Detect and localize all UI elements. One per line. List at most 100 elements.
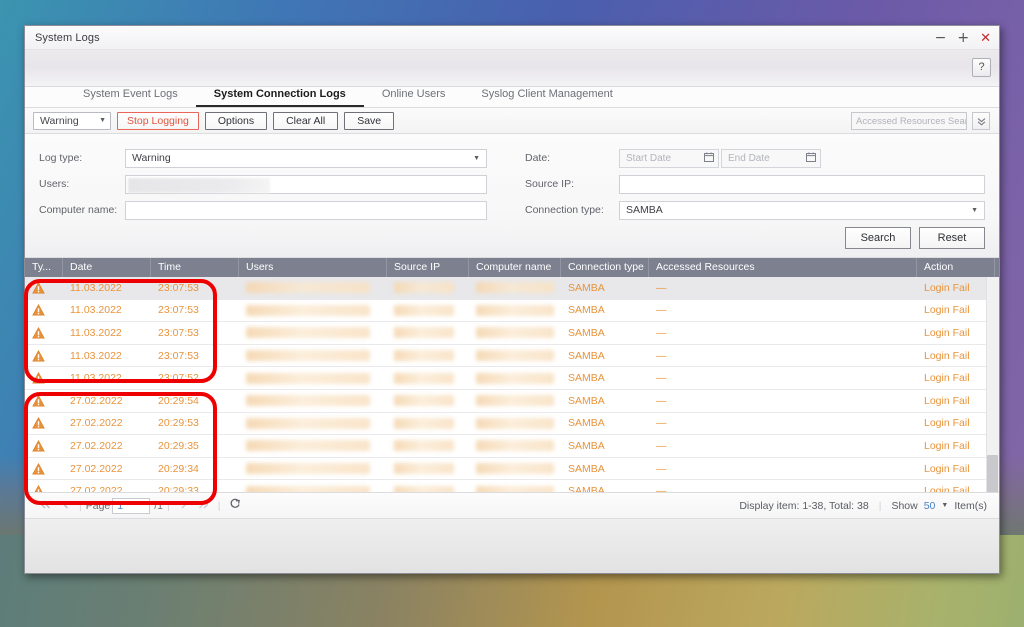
table-row[interactable]: 27.02.2022 20:29:35 SAMBA — Login Fail bbox=[25, 435, 999, 458]
column-header-source-ip[interactable]: Source IP bbox=[387, 258, 469, 277]
end-date-input[interactable]: End Date bbox=[721, 148, 821, 168]
help-button[interactable]: ? bbox=[972, 58, 991, 77]
warning-icon bbox=[32, 439, 45, 452]
column-header-date[interactable]: Date bbox=[63, 258, 151, 277]
accessed-resources-search-input[interactable]: Accessed Resources Search bbox=[851, 112, 967, 130]
save-button[interactable]: Save bbox=[344, 111, 395, 130]
table-row[interactable]: 27.02.2022 20:29:34 SAMBA — Login Fail bbox=[25, 458, 999, 481]
refresh-icon[interactable] bbox=[225, 498, 245, 513]
minimize-icon[interactable]: − bbox=[935, 31, 947, 45]
maximize-icon[interactable]: + bbox=[957, 31, 969, 45]
row-action-cell: Login Fail bbox=[924, 485, 970, 492]
tab-online-users[interactable]: Online Users bbox=[364, 87, 464, 107]
users-row: Users: bbox=[39, 172, 509, 196]
stop-logging-button[interactable]: Stop Logging bbox=[117, 111, 199, 130]
table-row[interactable]: 11.03.2022 23:07:53 SAMBA — Login Fail bbox=[25, 300, 999, 323]
log-type-select[interactable]: Warning ▼ bbox=[125, 148, 487, 168]
row-time-cell: 23:07:53 bbox=[158, 304, 199, 317]
column-header-action[interactable]: Action bbox=[917, 258, 995, 277]
double-chevron-down-icon[interactable] bbox=[972, 112, 990, 130]
row-action-cell: Login Fail bbox=[924, 462, 970, 475]
row-action-cell: Login Fail bbox=[924, 349, 970, 362]
warning-icon bbox=[32, 394, 45, 407]
options-button[interactable]: Options bbox=[204, 111, 268, 130]
tab-system-event-logs[interactable]: System Event Logs bbox=[65, 87, 196, 107]
table-row[interactable]: 11.03.2022 23:07:53 SAMBA — Login Fail bbox=[25, 277, 999, 300]
redacted-value bbox=[476, 372, 554, 384]
computer-name-row: Computer name: bbox=[39, 198, 509, 222]
row-users-cell bbox=[239, 345, 387, 367]
row-users-cell bbox=[239, 458, 387, 480]
redacted-value bbox=[394, 372, 454, 384]
end-date-placeholder: End Date bbox=[728, 152, 770, 164]
items-label: Item(s) bbox=[954, 499, 987, 512]
filter-right-column: Date: Start Date End Date Source IP: Con… bbox=[525, 146, 987, 224]
row-date-cell: 11.03.2022 bbox=[70, 304, 122, 317]
column-header-time[interactable]: Time bbox=[151, 258, 239, 277]
row-source-ip-cell bbox=[387, 413, 469, 435]
first-page-icon[interactable] bbox=[35, 500, 56, 512]
tab-system-connection-logs[interactable]: System Connection Logs bbox=[195, 87, 364, 107]
column-header-connection-type[interactable]: Connection type bbox=[561, 258, 649, 277]
connection-type-select[interactable]: SAMBA ▼ bbox=[619, 200, 985, 220]
table-row[interactable]: 11.03.2022 23:07:53 SAMBA — Login Fail bbox=[25, 345, 999, 368]
row-type-icon-cell bbox=[25, 480, 63, 492]
next-page-icon[interactable] bbox=[174, 500, 193, 512]
show-count-select[interactable]: 50 bbox=[924, 500, 936, 512]
row-users-cell bbox=[239, 413, 387, 435]
column-header-computer-name[interactable]: Computer name bbox=[469, 258, 561, 277]
last-page-icon[interactable] bbox=[193, 500, 214, 512]
table-header-row: Ty... Date Time Users Source IP Computer… bbox=[25, 258, 999, 277]
redacted-value bbox=[476, 395, 554, 407]
redacted-value bbox=[476, 304, 554, 316]
table-row[interactable]: 27.02.2022 20:29:33 SAMBA — Login Fail bbox=[25, 480, 999, 492]
row-date-cell: 27.02.2022 bbox=[70, 439, 123, 452]
row-type-icon-cell bbox=[25, 277, 63, 299]
table-row[interactable]: 11.03.2022 23:07:53 SAMBA — Login Fail bbox=[25, 322, 999, 345]
computer-name-input[interactable] bbox=[125, 200, 487, 220]
close-icon[interactable]: ✕ bbox=[980, 32, 991, 45]
table-row[interactable]: 27.02.2022 20:29:53 SAMBA — Login Fail bbox=[25, 413, 999, 436]
calendar-icon[interactable] bbox=[806, 152, 816, 165]
redacted-value bbox=[394, 463, 454, 475]
users-redacted-overlay bbox=[128, 177, 270, 193]
filter-left-column: Log type: Warning ▼ Users: Computer name… bbox=[39, 146, 509, 224]
row-accessed-resources-cell: — bbox=[656, 417, 667, 430]
clear-all-button[interactable]: Clear All bbox=[273, 111, 339, 130]
column-header-type[interactable]: Ty... bbox=[25, 258, 63, 277]
redacted-value bbox=[394, 282, 454, 294]
start-date-input[interactable]: Start Date bbox=[619, 148, 719, 168]
row-source-ip-cell bbox=[387, 300, 469, 322]
chevron-down-icon[interactable]: ▼ bbox=[941, 502, 948, 509]
row-source-ip-cell bbox=[387, 367, 469, 389]
source-ip-row: Source IP: bbox=[525, 172, 987, 196]
table-vertical-scrollbar[interactable] bbox=[986, 277, 999, 492]
warning-icon bbox=[32, 417, 45, 429]
row-action-cell: Login Fail bbox=[924, 281, 970, 294]
row-time-cell: 20:29:34 bbox=[158, 462, 199, 475]
table-row[interactable]: 27.02.2022 20:29:54 SAMBA — Login Fail bbox=[25, 390, 999, 413]
source-ip-input[interactable] bbox=[619, 174, 985, 194]
row-source-ip-cell bbox=[387, 345, 469, 367]
severity-select[interactable]: Warning ▼ bbox=[33, 111, 111, 130]
prev-page-icon[interactable] bbox=[56, 500, 75, 512]
row-computer-name-cell bbox=[469, 480, 561, 492]
redacted-value bbox=[476, 327, 554, 339]
table-row[interactable]: 11.03.2022 23:07:52 SAMBA — Login Fail bbox=[25, 367, 999, 390]
row-source-ip-cell bbox=[387, 458, 469, 480]
action-toolbar: Warning ▼ Stop Logging Options Clear All… bbox=[25, 108, 999, 134]
column-header-users[interactable]: Users bbox=[239, 258, 387, 277]
row-users-cell bbox=[239, 300, 387, 322]
date-label: Date: bbox=[525, 152, 551, 164]
footer-status-group: Display item: 1-38, Total: 38 | Show 50 … bbox=[739, 500, 987, 512]
tab-syslog-client-management[interactable]: Syslog Client Management bbox=[463, 87, 630, 107]
search-button[interactable]: Search bbox=[845, 227, 911, 249]
column-header-accessed-resources[interactable]: Accessed Resources bbox=[649, 258, 917, 277]
scrollbar-thumb[interactable] bbox=[987, 455, 998, 492]
page-number-input[interactable]: 1 bbox=[112, 497, 151, 514]
redacted-value bbox=[476, 417, 554, 429]
reset-button[interactable]: Reset bbox=[919, 227, 985, 249]
calendar-icon[interactable] bbox=[704, 152, 714, 165]
row-computer-name-cell bbox=[469, 458, 561, 480]
users-input[interactable] bbox=[125, 174, 487, 194]
